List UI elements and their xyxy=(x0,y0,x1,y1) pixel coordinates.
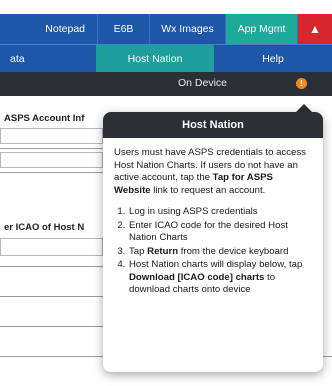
device-bar: On Device ! xyxy=(0,72,332,96)
info-badge-icon[interactable]: ! xyxy=(296,78,307,89)
divider xyxy=(0,326,103,327)
list-item: Tap Return from the device keyboard xyxy=(128,246,312,259)
asps-account-label: ASPS Account Inf xyxy=(4,113,85,124)
popover-title: Host Nation xyxy=(103,112,323,138)
icao-label: er ICAO of Host N xyxy=(4,222,85,233)
main-tab-bar: Notepad E6B Wx Images App Mgmt ▲ xyxy=(0,14,332,44)
list-item: Host Nation charts will display below, t… xyxy=(128,259,312,297)
list-item: Enter ICAO code for the desired Host Nat… xyxy=(128,220,312,245)
divider xyxy=(0,148,103,149)
subtab-host-nation[interactable]: Host Nation xyxy=(96,45,214,72)
on-device-label: On Device xyxy=(178,77,228,89)
list-item: Log in using ASPS credentials xyxy=(128,206,312,219)
popover-arrow xyxy=(296,104,312,112)
popover-body: Users must have ASPS credentials to acce… xyxy=(103,138,323,297)
popover-intro: Users must have ASPS credentials to acce… xyxy=(114,147,306,196)
tab-app-mgmt[interactable]: App Mgmt xyxy=(226,14,298,44)
password-field[interactable] xyxy=(0,152,103,168)
tab-e6b[interactable]: E6B xyxy=(98,14,150,44)
alert-icon[interactable]: ▲ xyxy=(298,14,332,44)
divider xyxy=(0,296,103,297)
host-nation-popover: Host Nation Users must have ASPS credent… xyxy=(103,112,323,372)
username-field[interactable] xyxy=(0,128,103,144)
subtab-data[interactable]: ata xyxy=(0,45,96,72)
sub-tab-bar: ata Host Nation Help xyxy=(0,44,332,72)
divider xyxy=(0,266,103,267)
app-screen: Notepad E6B Wx Images App Mgmt ▲ ata Hos… xyxy=(0,0,332,386)
tab-notepad[interactable]: Notepad xyxy=(0,14,98,44)
instructions-list: Log in using ASPS credentials Enter ICAO… xyxy=(114,206,312,297)
subtab-help[interactable]: Help xyxy=(214,45,332,72)
divider xyxy=(0,172,103,173)
tab-wx-images[interactable]: Wx Images xyxy=(150,14,226,44)
icao-input[interactable] xyxy=(0,238,103,256)
